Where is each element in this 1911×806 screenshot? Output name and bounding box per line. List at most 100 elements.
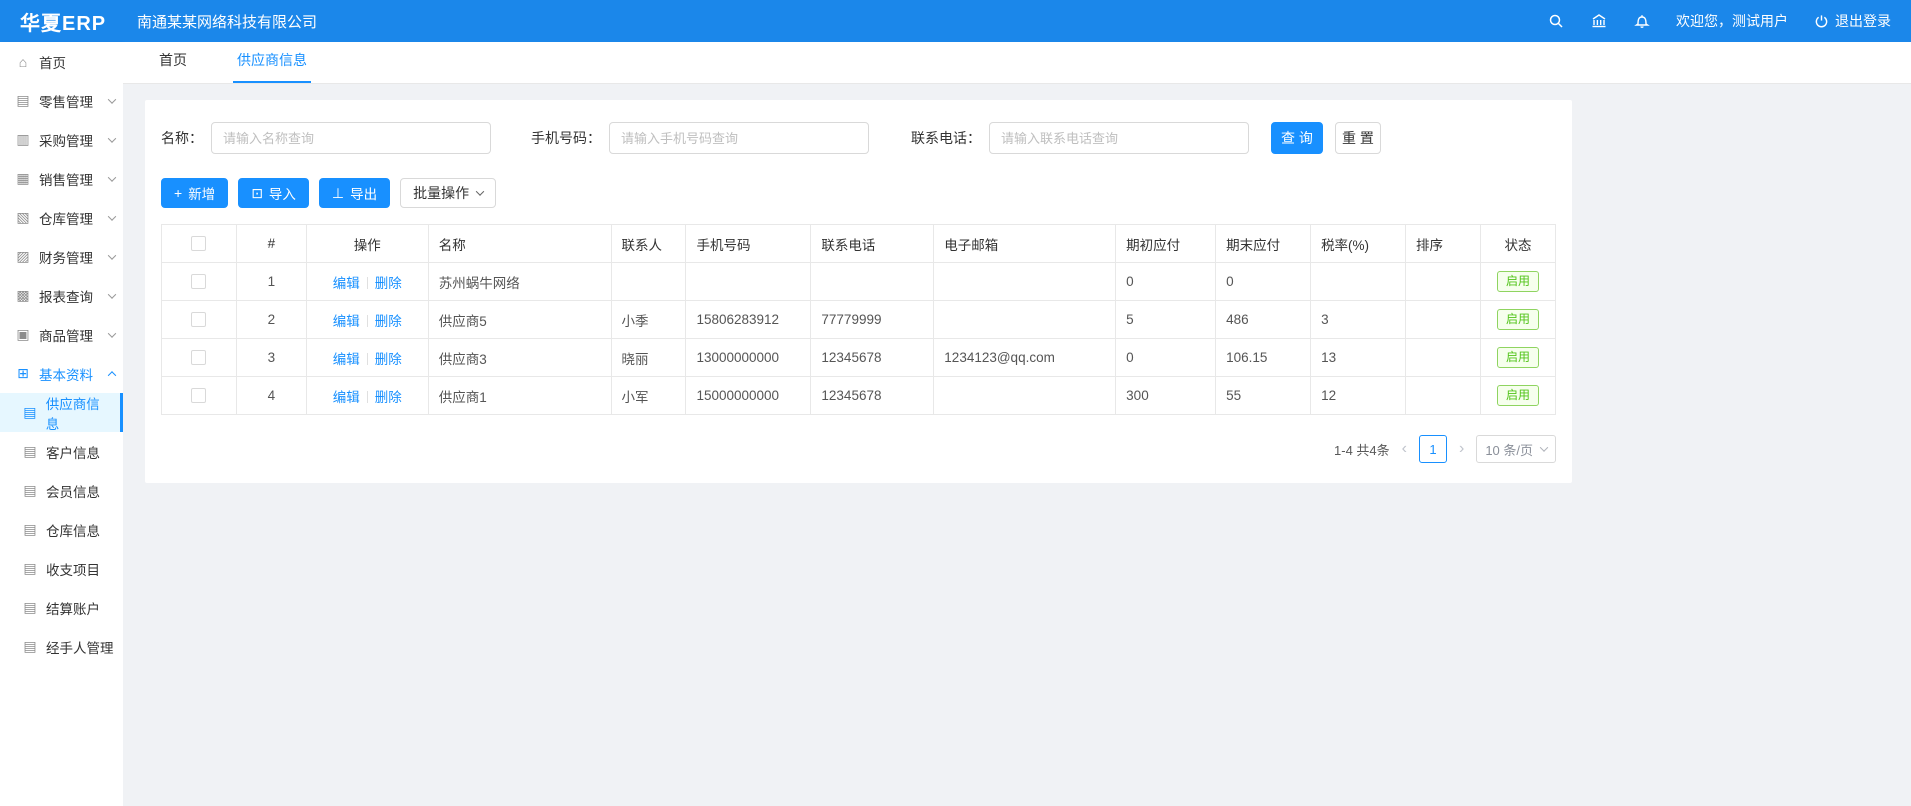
page-number[interactable]: 1 <box>1419 435 1447 463</box>
sidebar-item-warehouse[interactable]: ▧ 仓库管理 <box>0 198 123 237</box>
sidebar-item-purchase[interactable]: ▥ 采购管理 <box>0 120 123 159</box>
welcome-text: 欢迎您，测试用户 <box>1676 11 1788 31</box>
sidebar-item-inout-items[interactable]: ▤ 收支项目 <box>0 549 123 588</box>
status-badge[interactable]: 启用 <box>1497 347 1539 369</box>
bell-icon[interactable] <box>1633 13 1650 30</box>
logout-button[interactable]: 退出登录 <box>1814 11 1891 31</box>
chevron-down-icon <box>108 251 116 259</box>
table-row: 3 编辑删除 供应商3 晓丽 13000000000 12345678 1234… <box>162 339 1556 377</box>
cell-email: 1234123@qq.com <box>934 339 1116 377</box>
tab-supplier-info[interactable]: 供应商信息 <box>233 50 311 83</box>
select-all-checkbox[interactable] <box>191 236 206 251</box>
cell-phone: 15000000000 <box>686 377 811 415</box>
export-button[interactable]: ⊥ 导出 <box>319 178 390 208</box>
column-header: 联系人 <box>611 225 686 263</box>
sales-icon: ▦ <box>15 170 31 187</box>
sidebar-item-customer-info[interactable]: ▤ 客户信息 <box>0 432 123 471</box>
delete-link[interactable]: 删除 <box>375 314 402 329</box>
sidebar-item-settle-account[interactable]: ▤ 结算账户 <box>0 588 123 627</box>
document-icon: ▤ <box>22 521 38 538</box>
divider <box>367 353 368 365</box>
home-icon: ⌂ <box>15 54 31 70</box>
add-button[interactable]: + 新增 <box>161 178 228 208</box>
cell-telephone: 12345678 <box>811 377 934 415</box>
name-search-input[interactable] <box>211 122 491 154</box>
delete-link[interactable]: 删除 <box>375 352 402 367</box>
column-header: 排序 <box>1406 225 1481 263</box>
bank-icon[interactable] <box>1590 13 1607 30</box>
cell-initial-payable: 0 <box>1116 263 1216 301</box>
tab-home[interactable]: 首页 <box>155 50 191 83</box>
sidebar-item-retail[interactable]: ▤ 零售管理 <box>0 81 123 120</box>
prev-page-button[interactable]: ‹ <box>1400 441 1409 457</box>
cell-tax-rate: 3 <box>1311 301 1406 339</box>
document-icon: ▤ <box>22 638 38 655</box>
cell-contact: 小季 <box>611 301 686 339</box>
row-index: 2 <box>236 301 306 339</box>
status-badge[interactable]: 启用 <box>1497 309 1539 331</box>
sidebar-item-sales[interactable]: ▦ 销售管理 <box>0 159 123 198</box>
page-size-select[interactable]: 10 条/页 <box>1476 435 1556 463</box>
chevron-down-icon <box>108 173 116 181</box>
sidebar-item-finance[interactable]: ▨ 财务管理 <box>0 237 123 276</box>
edit-link[interactable]: 编辑 <box>333 276 360 291</box>
table-row: 1 编辑删除 苏州蜗牛网络 0 0 启用 <box>162 263 1556 301</box>
phone-search-input[interactable] <box>609 122 869 154</box>
column-header: 电子邮箱 <box>934 225 1116 263</box>
row-actions: 编辑删除 <box>306 377 428 415</box>
edit-link[interactable]: 编辑 <box>333 390 360 405</box>
tel-search-input[interactable] <box>989 122 1249 154</box>
sidebar-item-report[interactable]: ▩ 报表查询 <box>0 276 123 315</box>
row-index: 4 <box>236 377 306 415</box>
basedata-icon: ⊞ <box>15 365 31 382</box>
cell-telephone <box>811 263 934 301</box>
sidebar-item-label: 会员信息 <box>46 481 100 501</box>
column-header: 联系电话 <box>811 225 934 263</box>
chevron-down-icon <box>108 95 116 103</box>
query-button[interactable]: 查 询 <box>1271 122 1323 154</box>
edit-link[interactable]: 编辑 <box>333 314 360 329</box>
row-actions: 编辑删除 <box>306 301 428 339</box>
plus-icon: + <box>174 186 182 200</box>
delete-link[interactable]: 删除 <box>375 276 402 291</box>
row-checkbox[interactable] <box>191 350 206 365</box>
search-icon[interactable] <box>1547 13 1564 30</box>
tab-bar: 首页 供应商信息 <box>123 42 1911 84</box>
column-header: 期初应付 <box>1116 225 1216 263</box>
reset-button[interactable]: 重 置 <box>1335 122 1381 154</box>
divider <box>367 315 368 327</box>
cell-tax-rate <box>1311 263 1406 301</box>
cell-email <box>934 377 1116 415</box>
sidebar-item-warehouse-info[interactable]: ▤ 仓库信息 <box>0 510 123 549</box>
sidebar-item-label: 零售管理 <box>39 91 93 111</box>
batch-actions-button[interactable]: 批量操作 <box>400 178 496 208</box>
sidebar-item-supplier-info[interactable]: ▤ 供应商信息 <box>0 393 123 432</box>
goods-icon: ▣ <box>15 326 31 343</box>
document-icon: ▤ <box>22 560 38 577</box>
row-checkbox[interactable] <box>191 312 206 327</box>
cell-sort <box>1406 377 1481 415</box>
sidebar-item-member-info[interactable]: ▤ 会员信息 <box>0 471 123 510</box>
cell-telephone: 12345678 <box>811 339 934 377</box>
export-icon: ⊥ <box>332 186 344 200</box>
cell-final-payable: 55 <box>1216 377 1311 415</box>
status-badge[interactable]: 启用 <box>1497 271 1539 293</box>
next-page-button[interactable]: › <box>1457 441 1466 457</box>
retail-icon: ▤ <box>15 92 31 109</box>
sidebar-item-basedata[interactable]: ⊞ 基本资料 <box>0 354 123 393</box>
row-checkbox[interactable] <box>191 274 206 289</box>
divider <box>367 277 368 289</box>
sidebar-item-home[interactable]: ⌂ 首页 <box>0 42 123 81</box>
row-actions: 编辑删除 <box>306 263 428 301</box>
sidebar-item-handler-mgmt[interactable]: ▤ 经手人管理 <box>0 627 123 666</box>
delete-link[interactable]: 删除 <box>375 390 402 405</box>
cell-name: 苏州蜗牛网络 <box>428 263 611 301</box>
row-checkbox[interactable] <box>191 388 206 403</box>
supplier-panel: 名称： 手机号码： 联系电话： 查 询 重 置 + 新增 ⊡ 导入 <box>145 100 1572 483</box>
sidebar-item-goods[interactable]: ▣ 商品管理 <box>0 315 123 354</box>
import-button[interactable]: ⊡ 导入 <box>238 178 309 208</box>
purchase-icon: ▥ <box>15 131 31 148</box>
status-badge[interactable]: 启用 <box>1497 385 1539 407</box>
edit-link[interactable]: 编辑 <box>333 352 360 367</box>
chevron-down-icon <box>1540 443 1548 451</box>
